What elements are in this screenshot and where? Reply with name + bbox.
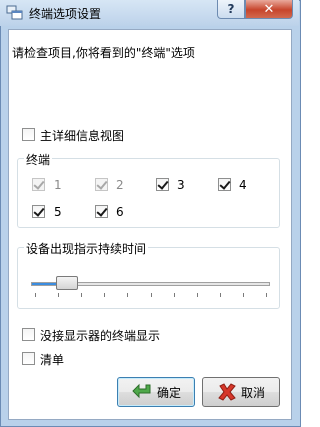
app-windows-icon	[6, 5, 23, 20]
terminal-3-checkbox[interactable]	[156, 178, 169, 191]
terminal-2-checkbox[interactable]	[95, 178, 108, 191]
terminal-5-label: 5	[54, 205, 62, 219]
slider-tick	[220, 293, 221, 297]
list-checkbox[interactable]	[22, 352, 35, 365]
detail-view-label: 主详细信息视图	[40, 129, 125, 143]
slider-tick	[104, 293, 105, 297]
red-x-icon	[217, 382, 237, 402]
window-title: 终端选项设置	[29, 7, 102, 21]
terminal-6-label: 6	[116, 205, 124, 219]
slider-tick	[197, 293, 198, 297]
close-button[interactable]: ✕	[245, 0, 293, 19]
duration-group-title: 设备出现指示持续时间	[24, 240, 149, 257]
slider-tick	[151, 293, 152, 297]
cancel-button[interactable]: 取消	[202, 377, 280, 407]
terminals-group-title: 终端	[24, 151, 53, 168]
help-label: ?	[227, 2, 235, 16]
slider-tick	[35, 293, 36, 297]
green-back-arrow-icon	[131, 382, 153, 402]
slider-tick	[127, 293, 128, 297]
ok-label: 确定	[156, 385, 181, 400]
cancel-label: 取消	[240, 385, 265, 400]
slider-tick	[266, 293, 267, 297]
terminal-4-label: 4	[239, 178, 247, 192]
terminal-4-checkbox[interactable]	[218, 178, 231, 191]
help-button[interactable]: ?	[217, 0, 245, 19]
terminal-3-label: 3	[177, 178, 185, 192]
no-display-terminal-checkbox[interactable]	[22, 328, 35, 341]
slider-tick	[58, 293, 59, 297]
list-label: 清单	[40, 353, 65, 367]
terminal-5-checkbox[interactable]	[32, 205, 45, 218]
terminal-6-checkbox[interactable]	[95, 205, 108, 218]
terminal-2-label: 2	[116, 178, 124, 192]
title-bar[interactable]: 终端选项设置 ? ✕	[0, 0, 299, 26]
slider-tick	[81, 293, 82, 297]
slider-tick	[243, 293, 244, 297]
intro-text: 请检查项目,你将看到的"终端"选项	[12, 46, 195, 60]
detail-view-checkbox[interactable]	[22, 128, 35, 141]
terminal-1-checkbox[interactable]	[32, 178, 45, 191]
duration-slider-thumb[interactable]	[56, 276, 78, 290]
ok-button[interactable]: 确定	[117, 377, 195, 407]
no-display-terminal-label: 没接显示器的终端显示	[40, 329, 161, 343]
slider-tick	[174, 293, 175, 297]
close-icon: ✕	[263, 1, 275, 17]
terminal-1-label: 1	[54, 178, 62, 192]
